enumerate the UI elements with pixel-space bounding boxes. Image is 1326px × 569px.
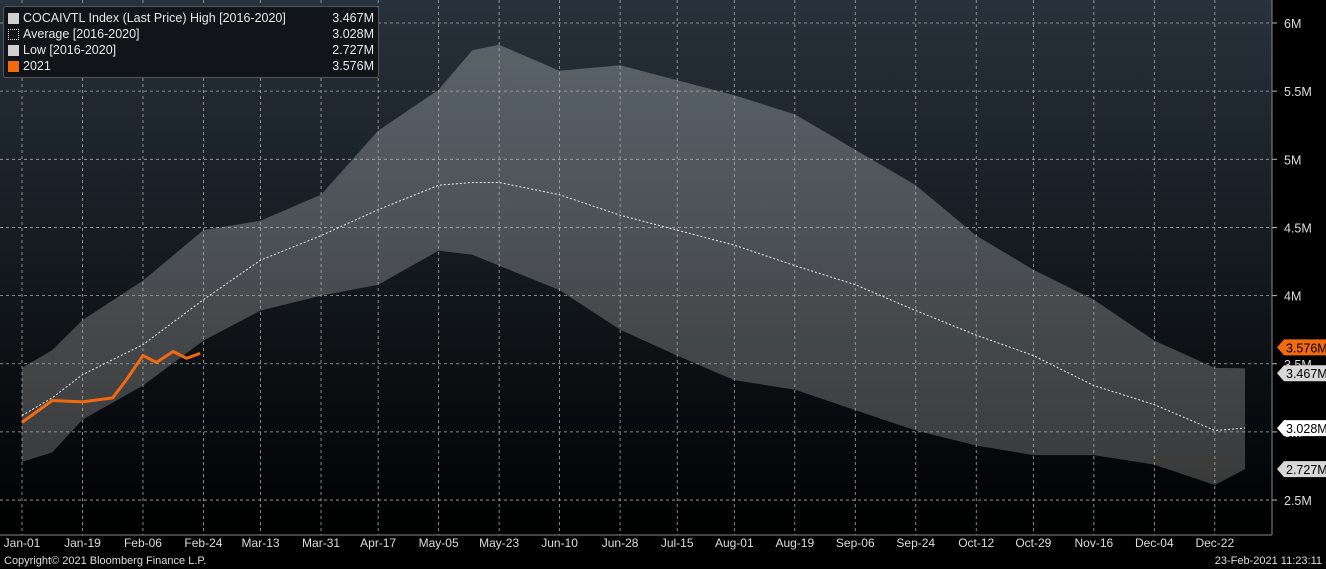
- legend-label: Average [2016-2020]: [23, 27, 140, 41]
- legend-swatch: [8, 60, 19, 72]
- seasonality-chart: 2.5M3M3.5M4M4.5M5M5.5M6MJan-01Jan-19Feb-…: [0, 0, 1326, 569]
- x-tick-label: Jul-15: [661, 536, 694, 550]
- x-tick-label: Aug-01: [715, 536, 754, 550]
- x-tick-label: Jun-10: [541, 536, 578, 550]
- y-tick-label: 5M: [1284, 153, 1301, 167]
- x-tick-label: Mar-31: [302, 536, 340, 550]
- x-tick-label: Sep-06: [836, 536, 875, 550]
- legend-value: 3.467M: [332, 11, 374, 25]
- x-tick-label: May-23: [479, 536, 519, 550]
- last-value-tag: 2.727M: [1277, 461, 1326, 478]
- y-tick-label: 6M: [1284, 17, 1301, 31]
- legend-label: Low [2016-2020]: [23, 43, 117, 57]
- x-tick-label: Feb-24: [184, 536, 222, 550]
- legend-item-high: COCAIVTL Index (Last Price) High [2016-2…: [8, 10, 374, 26]
- legend-swatch: [8, 44, 19, 56]
- timestamp: 23-Feb-2021 11:23:11: [1214, 555, 1322, 567]
- x-tick-label: Oct-29: [1015, 536, 1051, 550]
- last-value-label: 3.028M: [1286, 422, 1326, 436]
- y-tick-label: 4.5M: [1284, 221, 1312, 235]
- legend-label: COCAIVTL Index (Last Price) High [2016-2…: [23, 11, 286, 25]
- x-tick-label: Jan-19: [64, 536, 101, 550]
- legend-item-average: Average [2016-2020] 3.028M: [8, 26, 374, 42]
- y-tick-label: 4M: [1284, 290, 1301, 304]
- last-value-tag: 3.028M: [1277, 420, 1326, 437]
- x-tick-label: May-05: [419, 536, 459, 550]
- x-tick-label: Feb-06: [124, 536, 162, 550]
- x-tick-label: Jun-28: [602, 536, 639, 550]
- last-value-tag: 3.467M: [1277, 365, 1326, 382]
- last-value-label: 2.727M: [1286, 463, 1326, 477]
- last-value-tag: 3.576M: [1277, 339, 1326, 356]
- last-value-label: 3.467M: [1286, 367, 1326, 381]
- copyright: Copyright© 2021 Bloomberg Finance L.P.: [4, 555, 207, 567]
- legend: COCAIVTL Index (Last Price) High [2016-2…: [3, 6, 379, 78]
- legend-label: 2021: [23, 59, 51, 73]
- x-tick-label: Jan-01: [4, 536, 41, 550]
- x-tick-label: Aug-19: [775, 536, 814, 550]
- y-tick-label: 2.5M: [1284, 494, 1312, 508]
- legend-value: 2.727M: [332, 43, 374, 57]
- legend-swatch: [8, 12, 19, 24]
- x-tick-label: Oct-12: [958, 536, 994, 550]
- x-tick-label: Mar-13: [242, 536, 280, 550]
- y-tick-label: 5.5M: [1284, 85, 1312, 99]
- last-value-label: 3.576M: [1286, 341, 1326, 355]
- x-tick-label: Nov-16: [1074, 536, 1113, 550]
- x-tick-label: Dec-04: [1135, 536, 1174, 550]
- legend-item-2021: 2021 3.576M: [8, 58, 374, 74]
- x-tick-label: Sep-24: [896, 536, 935, 550]
- x-tick-label: Apr-17: [360, 536, 396, 550]
- legend-item-low: Low [2016-2020] 2.727M: [8, 42, 374, 58]
- legend-value: 3.028M: [332, 27, 374, 41]
- legend-value: 3.576M: [332, 59, 374, 73]
- legend-swatch: [8, 28, 19, 40]
- x-tick-label: Dec-22: [1195, 536, 1234, 550]
